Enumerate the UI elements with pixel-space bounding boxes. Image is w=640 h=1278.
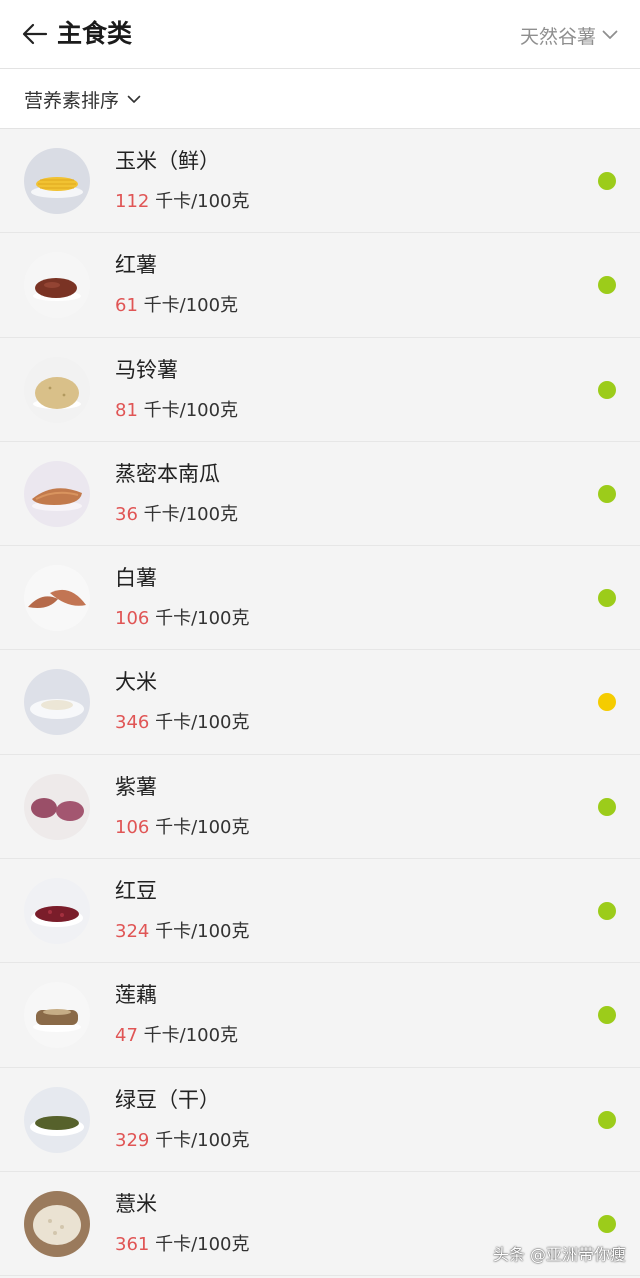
status-dot [598,380,616,399]
calorie-unit: 千卡/100克 [149,816,250,838]
calorie-value: 361 [115,1233,150,1255]
calorie-unit: 千卡/100克 [149,608,250,630]
sort-bar: 营养素排序 [0,69,640,129]
calorie-value: 47 [115,1025,138,1047]
calorie-value: 81 [115,399,138,421]
food-name: 红豆 [115,879,157,904]
app-header: 主食类 天然谷薯 [0,0,640,69]
list-item[interactable]: 马铃薯 81 千卡/100克 [0,337,640,442]
category-dropdown[interactable]: 天然谷薯 [520,20,618,50]
status-dot [598,902,616,921]
status-dot [598,797,616,816]
back-button[interactable] [20,19,50,49]
food-name: 马铃薯 [115,357,178,382]
calorie-info: 346 千卡/100克 [115,710,250,736]
calorie-unit: 千卡/100克 [137,295,239,317]
pumpkin-icon [24,460,90,527]
category-label: 天然谷薯 [519,25,596,48]
calorie-value: 346 [115,712,150,734]
calorie-value: 112 [115,191,150,212]
rice-icon [24,669,90,736]
calorie-info: 61 千卡/100克 [115,293,238,319]
food-name: 绿豆（干） [115,1087,220,1112]
red-sweet-potato-icon [24,252,90,319]
mung-bean-icon [24,1086,90,1153]
potato-icon [24,356,90,423]
calorie-info: 36 千卡/100克 [115,502,238,528]
calorie-value: 329 [115,1129,150,1151]
food-name: 大米 [115,670,157,695]
status-dot [598,1110,616,1129]
page-title: 主食类 [57,19,133,48]
food-name: 紫薯 [115,774,157,799]
status-dot [598,276,616,295]
list-item[interactable]: 红薯 61 千卡/100克 [0,233,640,338]
sort-dropdown[interactable]: 营养素排序 [24,83,141,115]
food-name: 薏米 [115,1191,157,1216]
calorie-unit: 千卡/100克 [137,399,239,421]
status-dot [598,693,616,712]
calorie-value: 106 [115,816,150,838]
food-list: 玉米（鲜） 112 千卡/100克 红薯 61 千卡/100克 马铃薯 81 千… [0,129,640,1277]
calorie-info: 47 千卡/100克 [115,1023,238,1049]
chevron-down-icon [127,95,141,103]
status-dot [598,1214,616,1233]
red-bean-icon [24,878,90,945]
calorie-info: 324 千卡/100克 [115,919,250,945]
food-name: 玉米（鲜） [115,149,220,173]
chevron-down-icon [602,30,618,39]
calorie-info: 81 千卡/100克 [115,398,238,424]
calorie-unit: 千卡/100克 [149,712,250,734]
white-sweet-potato-icon [24,565,90,632]
calorie-unit: 千卡/100克 [149,191,250,212]
status-dot [598,484,616,503]
list-item[interactable]: 红豆 324 千卡/100克 [0,859,640,964]
calorie-info: 106 千卡/100克 [115,815,250,841]
list-item[interactable]: 莲藕 47 千卡/100克 [0,963,640,1068]
food-name: 莲藕 [115,983,157,1008]
purple-sweet-potato-icon [24,773,90,840]
food-name: 白薯 [115,566,157,591]
list-item[interactable]: 玉米（鲜） 112 千卡/100克 [0,129,640,234]
calorie-info: 329 千卡/100克 [115,1128,250,1154]
calorie-value: 36 [115,503,138,525]
calorie-unit: 千卡/100克 [149,1233,250,1255]
lotus-root-icon [24,982,90,1049]
corn-icon [24,148,90,214]
calorie-info: 106 千卡/100克 [115,606,250,632]
calorie-unit: 千卡/100克 [137,503,239,525]
calorie-value: 324 [115,921,150,943]
calorie-info: 112 千卡/100克 [115,189,250,215]
arrow-left-icon [22,23,48,45]
calorie-unit: 千卡/100克 [149,1129,250,1151]
status-dot [598,1006,616,1025]
list-item[interactable]: 绿豆（干） 329 千卡/100克 [0,1067,640,1172]
calorie-unit: 千卡/100克 [137,1025,239,1047]
status-dot [598,172,616,190]
list-item[interactable]: 大米 346 千卡/100克 [0,650,640,755]
list-item[interactable]: 白薯 106 千卡/100克 [0,546,640,651]
list-item[interactable]: 蒸密本南瓜 36 千卡/100克 [0,441,640,547]
coix-seed-icon [24,1190,90,1257]
food-name: 红薯 [115,253,157,278]
calorie-info: 361 千卡/100克 [115,1232,250,1258]
status-dot [598,589,616,608]
calorie-unit: 千卡/100克 [149,921,250,943]
calorie-value: 61 [115,295,138,317]
list-item[interactable]: 紫薯 106 千卡/100克 [0,754,640,860]
watermark: 头条 @亚洲带你瘦 [492,1245,626,1264]
sort-label: 营养素排序 [24,89,120,112]
calorie-value: 106 [115,608,150,630]
food-name: 蒸密本南瓜 [115,461,220,486]
